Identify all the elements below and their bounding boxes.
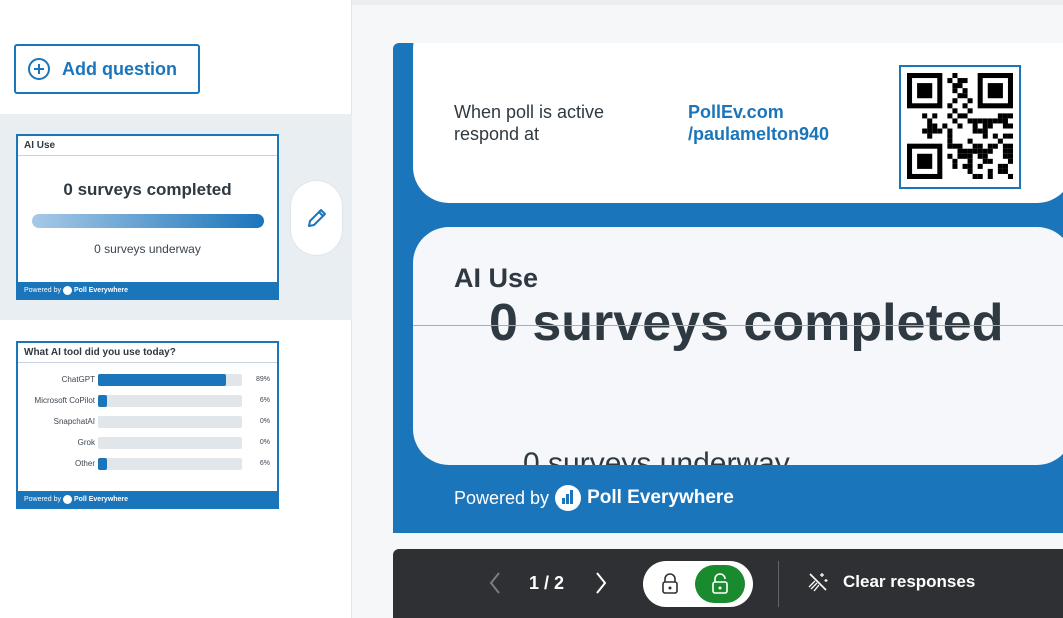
edit-slide-button[interactable]	[291, 181, 342, 255]
thumbnail-bar-chart: ChatGPT 89% Microsoft CoPilot 6% SnapchatAI 0…	[18, 363, 277, 491]
sparkle-broom-icon	[808, 573, 828, 592]
respond-line-2: respond at	[454, 124, 540, 144]
bar-label: ChatGPT	[61, 375, 95, 384]
title-divider	[413, 325, 1063, 326]
bar-row: Grok 0%	[18, 432, 277, 453]
bar-row: ChatGPT 89%	[18, 369, 277, 390]
lock-closed-icon	[662, 573, 678, 594]
plus-circle-icon	[28, 58, 50, 80]
bar-percent: 6%	[259, 460, 270, 467]
toolbar-divider	[778, 561, 779, 607]
clear-responses-button[interactable]: Clear responses	[807, 571, 975, 593]
chevron-left-icon	[489, 572, 500, 594]
bar-percent: 0%	[259, 439, 270, 446]
surveys-underway-text: 0 surveys underway	[523, 447, 790, 465]
next-slide-button[interactable]	[593, 569, 609, 602]
thumbnail-completed-text: 0 surveys completed	[63, 180, 232, 199]
previous-slide-button[interactable]	[487, 569, 503, 602]
bar-label: Microsoft CoPilot	[34, 396, 95, 405]
bar-row: Microsoft CoPilot 6%	[18, 390, 277, 411]
lock-button[interactable]	[661, 573, 679, 600]
page-indicator: 1 / 2	[529, 573, 565, 593]
bar-row: Other 6%	[18, 453, 277, 474]
qr-code-icon	[907, 73, 1013, 179]
thumbnail-footer: Powered by Poll Everywhere	[18, 491, 277, 507]
qr-code	[899, 65, 1021, 189]
thumbnail-powered-by: Powered by	[24, 286, 61, 294]
poll-everywhere-logo-icon	[555, 485, 582, 511]
poll-url: PollEv.com /paulamelton940	[688, 101, 829, 145]
bar-percent: 0%	[259, 418, 270, 425]
bar-track	[98, 436, 242, 449]
powered-by-footer: Powered by Poll Everywhere	[454, 485, 734, 511]
bar-track	[98, 457, 242, 470]
bar-percent: 6%	[259, 397, 270, 404]
bar-row: SnapchatAI 0%	[18, 411, 277, 432]
add-question-label: Add question	[62, 58, 177, 79]
respond-card: When poll is active respond at PollEv.co…	[413, 43, 1063, 203]
thumbnail-footer: Powered by Poll Everywhere	[18, 282, 277, 298]
poll-everywhere-logo-icon	[62, 285, 72, 295]
thumbnail-brand: Poll Everywhere	[73, 495, 129, 503]
presentation-toolbar: 1 / 2 Clear responses	[393, 549, 1063, 618]
poll-url-line-2: /paulamelton940	[688, 124, 830, 144]
poll-url-line-1: PollEv.com	[688, 102, 784, 122]
poll-everywhere-logo-icon	[62, 494, 72, 504]
pencil-icon	[307, 209, 326, 227]
lock-open-icon	[712, 573, 728, 594]
chevron-right-icon	[596, 572, 607, 594]
thumbnail-progress-bar	[31, 214, 264, 228]
lock-responses-toggle[interactable]	[643, 561, 753, 607]
thumbnail-brand: Poll Everywhere	[73, 286, 129, 294]
unlock-button[interactable]	[695, 565, 745, 603]
bar-track	[98, 394, 242, 407]
bar-label: Other	[74, 459, 95, 468]
bar-percent: 89%	[255, 376, 270, 383]
bar-fill	[98, 457, 107, 470]
brand-name: Poll Everywhere	[587, 487, 734, 508]
slide-thumbnail-ai-tool[interactable]: What AI tool did you use today? ChatGPT 8…	[16, 341, 279, 509]
powered-by-text: Powered by	[454, 487, 550, 508]
question-card: AI Use 0 surveys completed 0 surveys und…	[413, 227, 1063, 465]
thumbnail-underway-text: 0 surveys underway	[94, 242, 201, 256]
question-title: AI Use	[454, 263, 539, 293]
clear-responses-label: Clear responses	[843, 572, 976, 591]
bar-fill	[98, 373, 227, 386]
slide-thumbnail-ai-use[interactable]: AI Use 0 surveys completed 0 surveys und…	[16, 134, 279, 300]
bar-label: SnapchatAI	[53, 417, 95, 426]
bar-label: Grok	[77, 438, 95, 447]
respond-instructions: When poll is active respond at	[454, 101, 604, 145]
respond-line-1: When poll is active	[454, 102, 605, 122]
surveys-completed-text: 0 surveys completed	[489, 294, 1004, 352]
slide-list-panel: Add question AI Use 0 surveys completed …	[0, 0, 352, 618]
slide-preview: When poll is active respond at PollEv.co…	[393, 43, 1063, 533]
bar-track	[98, 415, 242, 428]
bar-fill	[98, 394, 107, 407]
thumbnail-title: What AI tool did you use today?	[18, 343, 277, 363]
add-question-button[interactable]: Add question	[14, 44, 200, 94]
slide-row[interactable]: What AI tool did you use today? ChatGPT 8…	[0, 320, 352, 520]
thumbnail-title: AI Use	[18, 136, 277, 156]
bar-track	[98, 373, 242, 386]
thumbnail-powered-by: Powered by	[24, 495, 61, 503]
